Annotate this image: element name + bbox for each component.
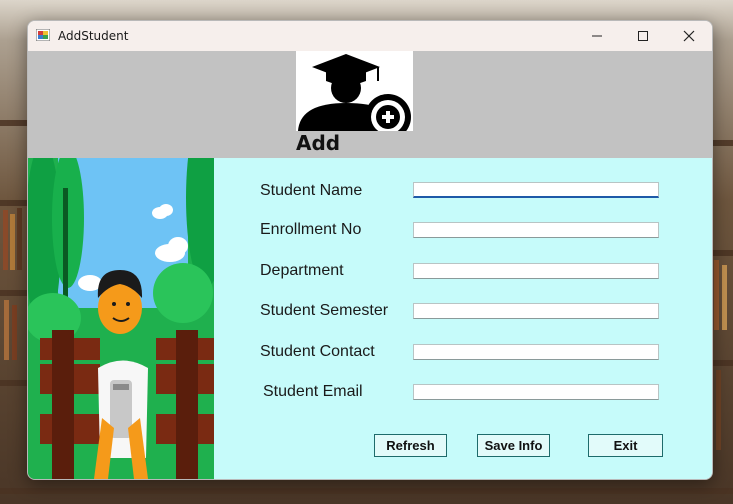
header-panel: Add Student (28, 51, 712, 179)
save-info-button[interactable]: Save Info (477, 434, 550, 457)
student-on-bench-illustration (28, 158, 214, 479)
exit-button[interactable]: Exit (588, 434, 663, 457)
window-title: AddStudent (58, 29, 129, 43)
app-icon (36, 29, 50, 41)
maximize-icon (638, 31, 648, 41)
student-email-input[interactable] (413, 384, 659, 400)
refresh-button[interactable]: Refresh (374, 434, 447, 457)
student-contact-input[interactable] (413, 344, 659, 360)
student-name-input[interactable] (413, 182, 659, 198)
department-label: Department (260, 262, 344, 279)
enrollment-no-label: Enrollment No (260, 221, 362, 238)
department-input[interactable] (413, 263, 659, 279)
student-semester-input[interactable] (413, 303, 659, 319)
student-contact-label: Student Contact (260, 343, 375, 360)
student-form: Student Name Enrollment No Department St… (214, 158, 712, 479)
student-semester-label: Student Semester (260, 302, 389, 319)
minimize-button[interactable] (574, 21, 620, 51)
student-email-label: Student Email (263, 383, 363, 400)
close-button[interactable] (666, 21, 712, 51)
maximize-button[interactable] (620, 21, 666, 51)
student-name-label: Student Name (260, 182, 363, 199)
student-add-icon (296, 51, 413, 131)
enrollment-no-input[interactable] (413, 222, 659, 238)
title-bar: AddStudent (28, 21, 712, 51)
minimize-icon (592, 35, 602, 37)
add-student-window: AddStudent Add Student Name Enrollment N… (27, 20, 713, 480)
close-icon (683, 30, 695, 42)
